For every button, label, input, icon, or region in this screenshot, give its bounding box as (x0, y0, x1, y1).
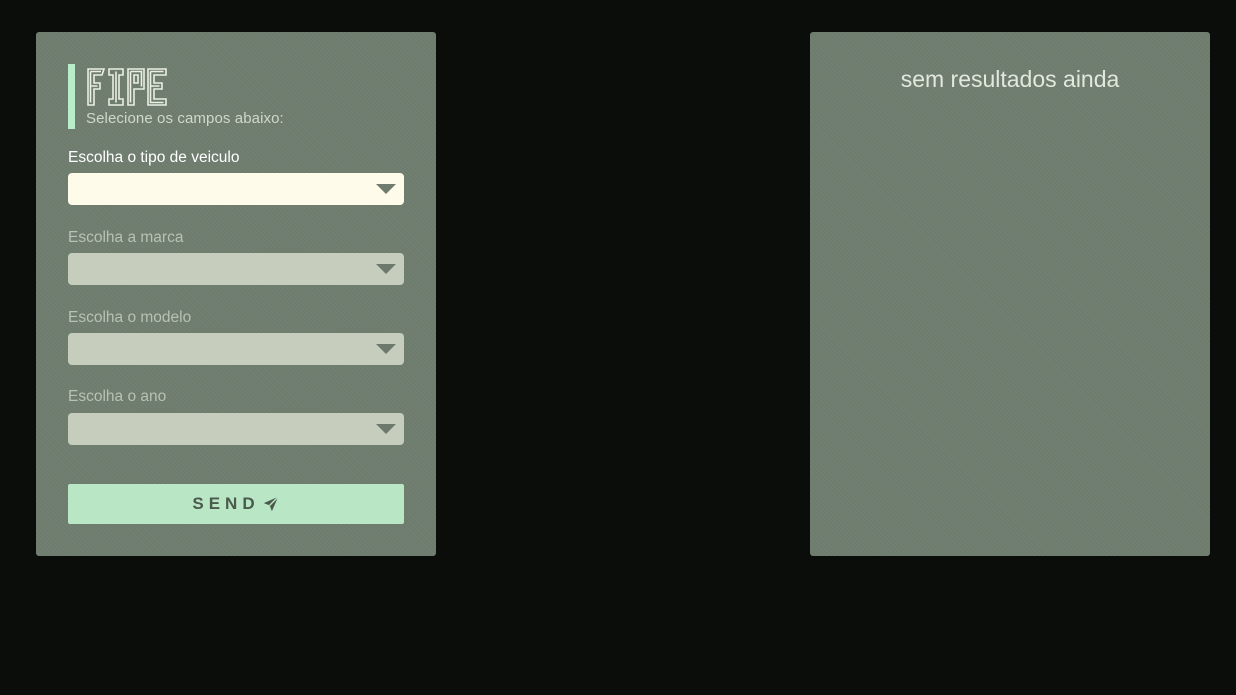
brand-label: Escolha a marca (68, 229, 184, 246)
subtitle: Selecione os campos abaixo: (86, 110, 284, 127)
send-button[interactable]: SEND (68, 484, 404, 524)
vehicle-type-label: Escolha o tipo de veiculo (68, 149, 240, 166)
empty-results-message: sem resultados ainda (900, 66, 1120, 92)
caret-down-icon (376, 424, 396, 434)
send-label: SEND (192, 494, 260, 513)
brand-select[interactable] (68, 253, 404, 285)
vehicle-type-select[interactable] (68, 173, 404, 205)
caret-down-icon (376, 344, 396, 354)
paper-plane-icon (263, 496, 279, 512)
brand-header: Selecione os campos abaixo: (68, 64, 284, 129)
vehicle-type-field: Escolha o tipo de veiculo (68, 149, 404, 205)
fipe-logo (87, 68, 167, 106)
year-field: Escolha o ano (68, 388, 404, 445)
caret-down-icon (376, 264, 396, 274)
model-field: Escolha o modelo (68, 309, 404, 365)
model-select[interactable] (68, 333, 404, 365)
brand-field: Escolha a marca (68, 229, 404, 285)
results-panel: sem resultados ainda (810, 32, 1210, 556)
year-select[interactable] (68, 413, 404, 445)
caret-down-icon (376, 184, 396, 194)
year-label: Escolha o ano (68, 388, 167, 405)
form-panel: Selecione os campos abaixo: Escolha o ti… (36, 32, 436, 556)
model-label: Escolha o modelo (68, 309, 192, 326)
